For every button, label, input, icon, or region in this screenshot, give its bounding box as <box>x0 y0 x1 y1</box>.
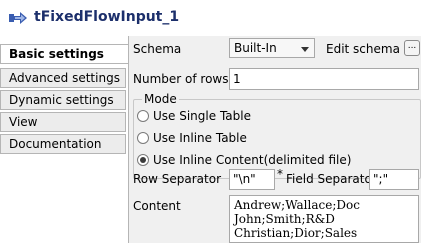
edit-schema-label: Edit schema <box>326 42 400 56</box>
sidebar-item-label: View <box>9 115 38 129</box>
chevron-down-icon <box>301 47 309 52</box>
schema-select[interactable]: Built-In <box>229 38 315 58</box>
edit-schema-button[interactable]: ... <box>404 40 420 56</box>
sidebar-item-advanced-settings[interactable]: Advanced settings <box>0 68 126 88</box>
inline-table-radio[interactable] <box>137 132 149 144</box>
basic-settings-panel: Schema Built-In Edit schema ... Number o… <box>128 36 421 243</box>
row-separator-label: Row Separator <box>133 172 222 186</box>
sidebar-item-basic-settings[interactable]: Basic settings <box>0 44 129 64</box>
schema-select-value: Built-In <box>234 41 277 55</box>
sidebar-item-label: Documentation <box>9 137 102 151</box>
single-table-label: Use Single Table <box>153 109 251 123</box>
sidebar-item-label: Basic settings <box>9 47 104 61</box>
inline-table-label: Use Inline Table <box>153 131 247 145</box>
rows-label: Number of rows <box>133 72 229 86</box>
settings-sidebar: Basic settings Advanced settings Dynamic… <box>0 36 129 243</box>
sidebar-item-view[interactable]: View <box>0 112 126 132</box>
title-bar: tFixedFlowInput_1 <box>0 0 421 36</box>
content-textarea[interactable]: Andrew;Wallace;Doc John;Smith;R&D Christ… <box>229 195 419 243</box>
sidebar-item-dynamic-settings[interactable]: Dynamic settings <box>0 90 126 110</box>
content-label: Content <box>133 199 181 213</box>
sidebar-item-documentation[interactable]: Documentation <box>0 134 126 154</box>
single-table-radio[interactable] <box>137 110 149 122</box>
inline-content-label: Use Inline Content(delimited file) <box>153 153 352 167</box>
rows-input[interactable]: 1 <box>229 68 419 90</box>
mode-group-title: Mode <box>142 92 179 106</box>
field-separator-label: Field Separator <box>286 172 377 186</box>
window-title: tFixedFlowInput_1 <box>34 9 180 25</box>
schema-label: Schema <box>133 42 182 56</box>
row-separator-input[interactable]: "\n" <box>229 169 275 190</box>
field-separator-input[interactable]: ";" <box>369 169 419 190</box>
required-mark: * <box>277 167 283 181</box>
sidebar-item-label: Advanced settings <box>9 71 120 85</box>
sidebar-item-label: Dynamic settings <box>9 93 114 107</box>
component-arrow-icon <box>8 11 28 28</box>
inline-content-radio[interactable] <box>137 154 149 166</box>
